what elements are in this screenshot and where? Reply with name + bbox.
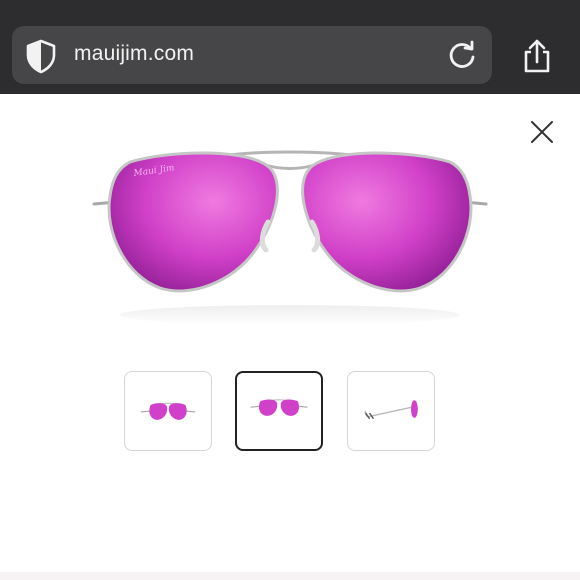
shield-icon[interactable]	[24, 38, 58, 74]
bottom-edge	[0, 572, 580, 580]
reload-icon[interactable]	[446, 39, 478, 71]
share-icon[interactable]	[520, 38, 554, 74]
product-image: Maui Jim	[92, 150, 488, 325]
thumbnail-side[interactable]	[347, 371, 435, 451]
thumbnail-front-2[interactable]	[235, 371, 323, 451]
url-text[interactable]: mauijim.com	[74, 42, 194, 66]
right-lens	[301, 151, 473, 293]
close-icon[interactable]	[528, 118, 556, 146]
thumbnail-front-1[interactable]	[124, 371, 212, 451]
